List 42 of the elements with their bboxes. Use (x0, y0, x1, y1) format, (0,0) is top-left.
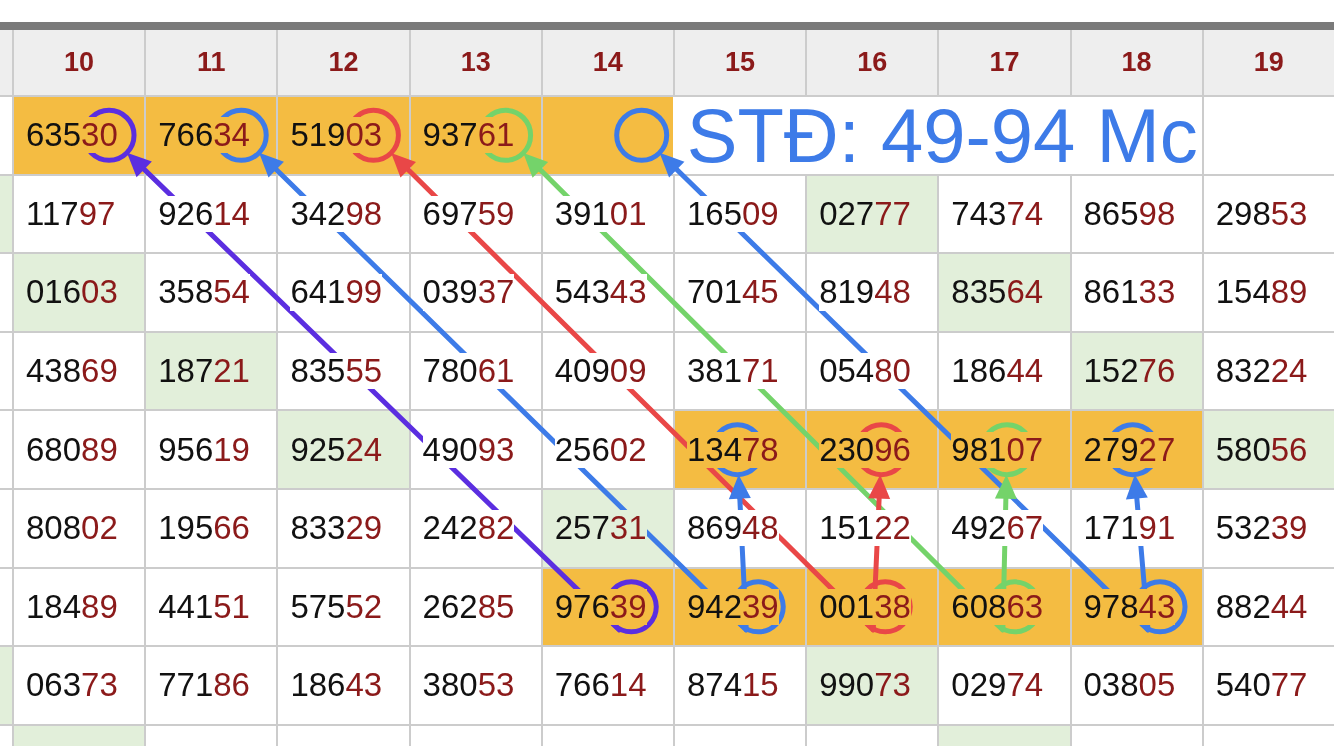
lottery-number: 15122 (819, 510, 911, 547)
lottery-number: 05480 (819, 352, 911, 390)
lottery-number: 23096 (819, 431, 911, 468)
column-header: 11 (146, 30, 277, 95)
lottery-number: 69759 (422, 195, 515, 233)
lottery-number: 39101 (554, 195, 647, 233)
column-header: 10 (14, 30, 145, 95)
lottery-number: 98107 (951, 431, 1044, 468)
column-header: 12 (278, 30, 409, 95)
column-header: 14 (542, 30, 673, 95)
lottery-number: 93761 (422, 117, 515, 154)
lottery-number: 03937 (422, 274, 515, 311)
lottery-number: 63530 (26, 117, 118, 154)
lottery-number: 00138 (819, 588, 911, 625)
column-header: 19 (1203, 30, 1334, 95)
lottery-number: 40909 (554, 352, 647, 390)
lottery-number: 13478 (686, 431, 779, 468)
lottery-number: 34298 (290, 195, 383, 233)
column-header: 17 (939, 30, 1070, 95)
lottery-number: 78061 (422, 352, 515, 390)
lottery-number: 97639 (554, 588, 647, 625)
overlay-caption: STĐ: 49-94 Mc (686, 93, 1198, 178)
header-cell (0, 30, 12, 95)
column-header: 15 (674, 30, 806, 95)
table-cell (0, 725, 12, 746)
lottery-number: 51903 (290, 117, 383, 154)
column-header: 16 (807, 30, 938, 95)
lottery-number: 92614 (158, 195, 250, 233)
lottery-number: 76634 (158, 117, 250, 154)
lottery-number: 16509 (686, 195, 779, 233)
lottery-number: 38171 (686, 352, 779, 390)
lottery-number: 17191 (1083, 510, 1176, 547)
column-header: 18 (1071, 30, 1202, 95)
lottery-number: 94239 (686, 588, 779, 625)
column-header: 13 (410, 30, 541, 95)
lottery-number: 64199 (290, 274, 383, 311)
lottery-number: 27927 (1083, 431, 1176, 468)
lottery-number: 97843 (1083, 588, 1176, 625)
lottery-number: 83555 (290, 352, 383, 390)
lottery-number: 86948 (686, 510, 779, 547)
lottery-number: 49267 (951, 510, 1044, 547)
lottery-number: 60863 (951, 588, 1044, 625)
